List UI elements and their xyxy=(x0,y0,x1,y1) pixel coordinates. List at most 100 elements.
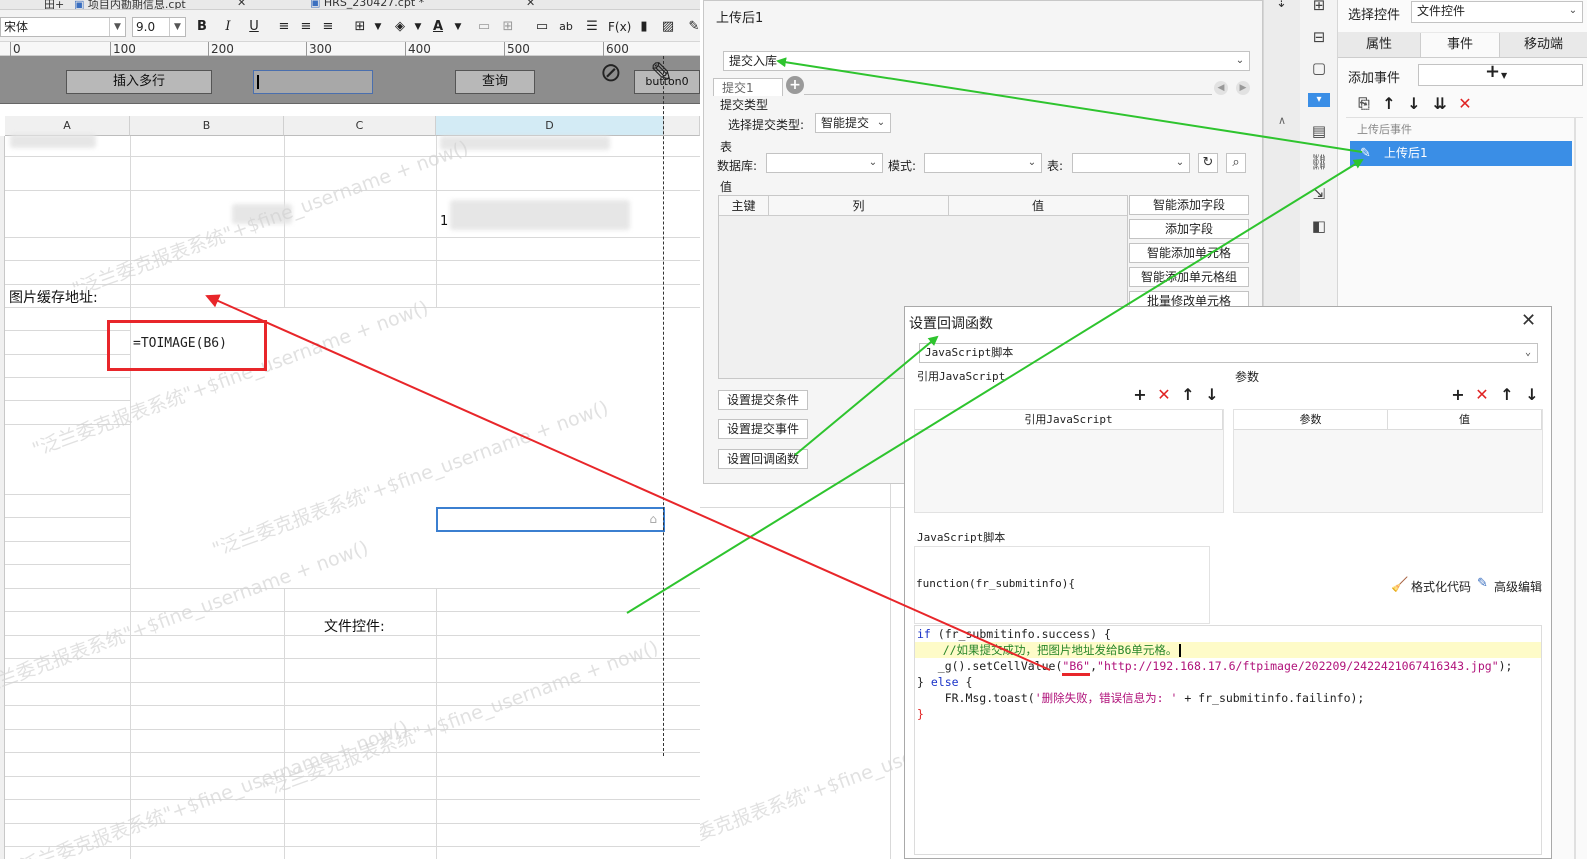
image-icon[interactable]: ▨ xyxy=(660,18,676,36)
align-center-icon[interactable]: ≡ xyxy=(298,18,314,36)
ref-js-list[interactable]: 引用JavaScript xyxy=(914,409,1224,513)
delete-icon[interactable]: ✕ xyxy=(1456,95,1474,113)
align-right-icon[interactable]: ≡ xyxy=(320,18,336,36)
params-column-value: 值 xyxy=(1388,410,1542,430)
arrow-up-icon[interactable]: ↑ xyxy=(1498,386,1516,404)
add-icon[interactable]: + xyxy=(1131,386,1149,404)
file-tab-strip: 田+ ▣ 项目内勘期信息.cpt ▣ HRS_230427.cpt * ✕ ✕ xyxy=(0,0,700,10)
database-select[interactable]: ⌄ xyxy=(766,153,883,173)
add-event-select[interactable]: + ▼ xyxy=(1418,63,1583,86)
schema-select[interactable]: ⌄ xyxy=(924,153,1042,173)
add-icon[interactable]: + xyxy=(1449,386,1467,404)
delete-icon[interactable]: ✕ xyxy=(1473,386,1491,404)
copy-icon[interactable]: ⎘ xyxy=(1355,95,1373,113)
chart-icon[interactable]: ▮ xyxy=(636,18,652,36)
scroll-up-icon[interactable]: ∧ xyxy=(1278,114,1286,127)
new-tab-button[interactable]: 田+ xyxy=(44,0,64,9)
column-header-d[interactable]: D xyxy=(436,116,664,136)
align-left-icon[interactable]: ≡ xyxy=(276,18,292,36)
move-bottom-icon[interactable]: ⇊ xyxy=(1431,95,1449,113)
border-icon[interactable]: ⊞ xyxy=(352,18,368,36)
parameter-text-input[interactable] xyxy=(253,70,373,94)
formula-text[interactable]: =TOIMAGE(B6) xyxy=(133,336,227,351)
query-button[interactable]: 查询 xyxy=(455,70,535,94)
document-icon[interactable]: ◧ xyxy=(1308,215,1330,237)
layout-icon[interactable]: ⊞ xyxy=(1308,0,1330,16)
scroll-left-icon[interactable]: ◀ xyxy=(1214,81,1228,95)
add-tab-icon[interactable]: + xyxy=(786,76,804,94)
import-icon[interactable]: ⇲ xyxy=(1308,183,1330,205)
edit-icon[interactable]: ✎ xyxy=(1477,576,1488,591)
delete-icon[interactable]: ✕ xyxy=(1155,386,1173,404)
unmerge-cells-icon[interactable]: ⊞ xyxy=(500,18,516,36)
scroll-right-icon[interactable]: ▶ xyxy=(1236,81,1250,95)
font-color-icon[interactable]: A xyxy=(430,18,446,36)
underline-button[interactable]: U xyxy=(246,18,262,36)
merge-cells-icon[interactable]: ▭ xyxy=(476,18,492,36)
close-tab-icon[interactable]: ✕ xyxy=(237,0,246,9)
indent-icon[interactable]: ☰ xyxy=(584,18,600,36)
insert-rows-button[interactable]: 插入多行 xyxy=(66,70,212,94)
chevron-down-icon[interactable]: ▼ xyxy=(410,18,426,36)
event-item-after-upload[interactable]: ✎ 上传后1 xyxy=(1350,141,1572,166)
tab-submit-1[interactable]: 提交1 xyxy=(713,78,783,96)
callback-type-select[interactable]: JavaScript脚本 ⌄ xyxy=(919,343,1538,363)
file-control-cell[interactable]: ⌂ xyxy=(436,507,665,532)
smart-add-cell-group-button[interactable]: 智能添加单元格组 xyxy=(1129,267,1249,287)
fill-color-icon[interactable]: ◈ xyxy=(392,18,408,36)
close-icon[interactable]: ✕ xyxy=(1521,310,1536,331)
broom-icon[interactable]: 🧹 xyxy=(1391,577,1408,593)
smart-add-field-button[interactable]: 智能添加字段 xyxy=(1129,195,1249,215)
chevron-down-icon[interactable]: ▼ xyxy=(450,18,466,36)
collapse-icon[interactable]: ⇣ xyxy=(1276,0,1287,11)
column-header-b[interactable]: B xyxy=(130,116,284,136)
wrap-text-button[interactable]: ab xyxy=(558,18,574,36)
arrow-down-icon[interactable]: ↓ xyxy=(1523,386,1541,404)
column-header-e[interactable] xyxy=(664,116,700,136)
arrow-down-icon[interactable]: ↓ xyxy=(1405,95,1423,113)
column-header-c[interactable]: C xyxy=(284,116,436,136)
advanced-edit-button[interactable]: 高级编辑 xyxy=(1494,578,1542,595)
set-callback-button[interactable]: 设置回调函数 xyxy=(718,449,808,469)
props-scrollbar[interactable] xyxy=(1574,118,1576,859)
smart-add-cell-button[interactable]: 智能添加单元格 xyxy=(1129,243,1249,263)
arrow-up-icon[interactable]: ↑ xyxy=(1380,95,1398,113)
select-control-select[interactable]: 文件控件 ⌄ xyxy=(1411,1,1583,23)
bold-button[interactable]: B xyxy=(194,18,210,36)
widget-settings-icon[interactable]: ▾ xyxy=(1308,93,1330,107)
italic-button[interactable]: I xyxy=(220,18,236,36)
add-field-button[interactable]: 添加字段 xyxy=(1129,219,1249,239)
font-name-select[interactable]: 宋体 ▼ xyxy=(0,17,126,37)
condition-icon[interactable]: ▤ xyxy=(1308,120,1330,142)
arrow-down-icon[interactable]: ↓ xyxy=(1203,386,1221,404)
set-submit-event-button[interactable]: 设置提交事件 xyxy=(718,419,808,439)
pencil-icon[interactable]: ✎ xyxy=(650,56,673,89)
chevron-down-icon[interactable]: ▼ xyxy=(370,18,386,36)
tab-mobile[interactable]: 移动端 xyxy=(1500,33,1587,57)
column-header-a[interactable]: A xyxy=(5,116,130,136)
formula-button[interactable]: F(x) xyxy=(608,18,631,36)
font-size-select[interactable]: 9.0 ▼ xyxy=(132,17,186,37)
refresh-icon[interactable]: ↻ xyxy=(1198,153,1218,173)
pen-icon[interactable]: ✎ xyxy=(686,18,702,36)
format-code-button[interactable]: 格式化代码 xyxy=(1411,578,1471,595)
file-tab-1[interactable]: ▣ 项目内勘期信息.cpt xyxy=(74,0,186,9)
text-field-icon[interactable]: ▭ xyxy=(534,18,550,36)
search-table-icon[interactable]: ⌕ xyxy=(1226,153,1246,173)
table-select[interactable]: ⌄ xyxy=(1072,153,1190,173)
eye-slash-icon[interactable]: ⊘ xyxy=(600,58,622,88)
params-list[interactable]: 参数 值 xyxy=(1233,409,1543,513)
close-tab-icon[interactable]: ✕ xyxy=(526,0,535,9)
row-header-strip[interactable] xyxy=(0,136,5,859)
set-submit-condition-button[interactable]: 设置提交条件 xyxy=(718,390,808,410)
choose-type-select[interactable]: 智能提交 ⌄ xyxy=(815,113,891,133)
data-icon[interactable]: ⊟ xyxy=(1308,26,1330,48)
tab-properties[interactable]: 属性 xyxy=(1338,33,1420,57)
js-code-editor[interactable]: if (fr_submitinfo.success) { //如果提交成功，把图… xyxy=(914,625,1542,855)
link-icon[interactable]: ⛓ xyxy=(1308,151,1330,173)
arrow-up-icon[interactable]: ↑ xyxy=(1179,386,1197,404)
submit-type-select[interactable]: 提交入库 ⌄ xyxy=(723,51,1250,71)
cell-attribute-icon[interactable]: ▢ xyxy=(1308,57,1330,79)
file-tab-2[interactable]: ▣ HRS_230427.cpt * xyxy=(310,0,424,9)
tab-events[interactable]: 事件 xyxy=(1420,33,1500,57)
